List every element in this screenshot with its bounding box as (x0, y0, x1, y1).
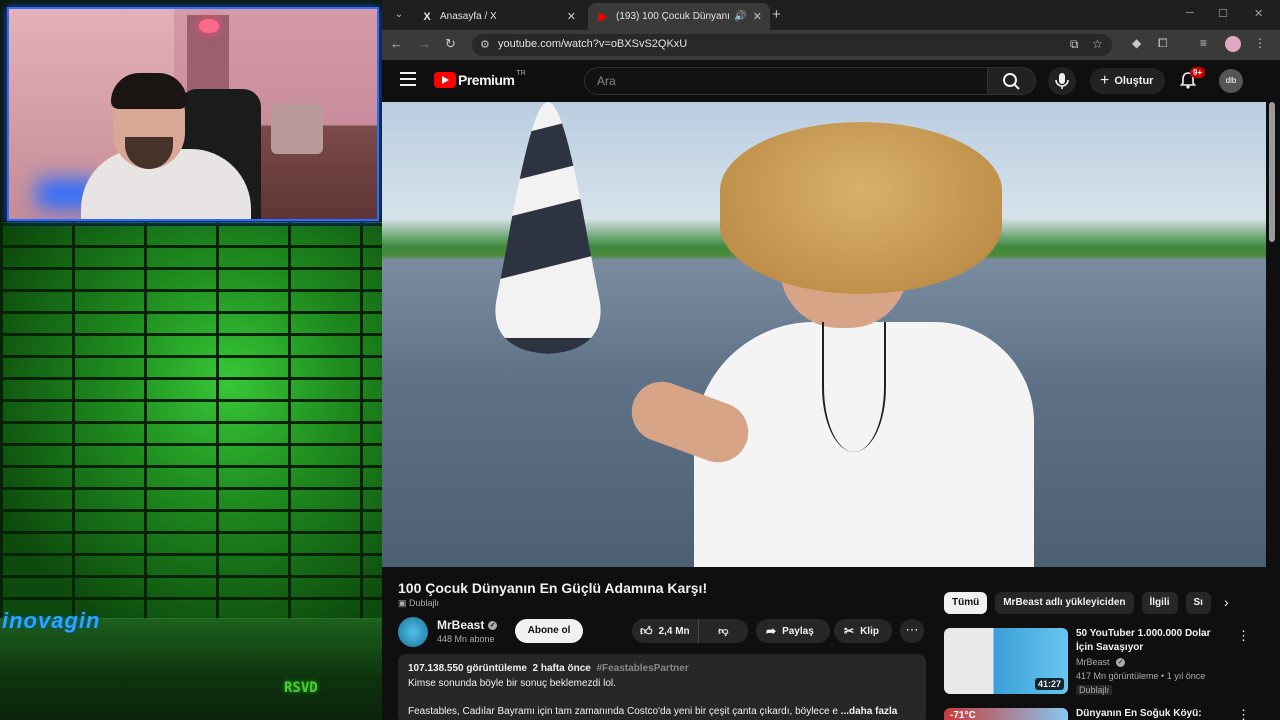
plus-icon: + (1100, 72, 1110, 89)
user-avatar[interactable]: dlb (1219, 69, 1243, 93)
recommendation-thumbnail[interactable]: -71°C (944, 708, 1068, 720)
youtube-premium-logo[interactable]: Premium TR (434, 70, 526, 88)
thumbnail-text: -71°C (950, 710, 976, 720)
back-arrow-icon[interactable]: ← (390, 36, 403, 51)
share-arrow-icon: ➦ (766, 624, 777, 638)
dub-icon: ▣ (398, 598, 410, 608)
channel-subscribers: 448 Mn abone (437, 634, 495, 644)
recommendation-channel[interactable]: MrBeast ✓ (1076, 657, 1126, 668)
description-box[interactable]: 107.138.550 görüntüleme 2 hafta önce #Fe… (398, 654, 926, 720)
chip-from-uploader[interactable]: MrBeast adlı yükleyiciden (995, 592, 1134, 614)
brand-logo: inovagin (2, 608, 101, 633)
tab-x-home[interactable]: X Anasayfa / X ✕ (412, 3, 584, 30)
dubbed-badge: Dublajlı (1076, 685, 1113, 695)
recommendation-title[interactable]: 50 YouTuber 1.000.000 Dolar İçin Savaşıy… (1076, 627, 1226, 655)
dislike-button[interactable]: 👎︎ (699, 619, 748, 643)
browser-toolbar: ← → ↻ ⚙ youtube.com/watch?v=oBXSvS2QKxU … (382, 30, 1280, 60)
install-app-icon[interactable]: ⧉ (1070, 37, 1079, 52)
clip-button[interactable]: ✂ Klip (834, 619, 892, 643)
chip-all[interactable]: Tümü (944, 592, 988, 614)
description-stats: 107.138.550 görüntüleme 2 hafta önce #Fe… (408, 663, 689, 674)
dubbed-label: ▣ Dublajlı (398, 598, 440, 608)
share-button[interactable]: ➦ Paylaş (756, 619, 830, 643)
search-placeholder: Ara (597, 74, 616, 88)
youtube-masthead: Premium TR Ara + Oluştur 9+ dlb (382, 60, 1280, 102)
striped-buoy (495, 102, 601, 354)
url-text[interactable]: youtube.com/watch?v=oBXSvS2QKxU (498, 38, 687, 50)
tab-bar: ⌄ X Anasayfa / X ✕ ▶ (193) 100 Çocuk Dün… (382, 0, 1280, 30)
microphone-icon (1055, 73, 1069, 89)
site-info-icon[interactable]: ⚙ (480, 38, 490, 51)
filter-chips: Tümü MrBeast adlı yükleyiciden İlgili Sı (944, 592, 1219, 614)
tab-youtube-video[interactable]: ▶ (193) 100 Çocuk Dünyanın E 🔊 ✕ (588, 3, 770, 30)
close-icon[interactable]: ✕ (567, 10, 576, 23)
verified-check-icon: ✓ (1116, 658, 1126, 668)
create-button[interactable]: + Oluştur (1090, 68, 1166, 94)
video-title: 100 Çocuk Dünyanın En Güçlü Adamına Karş… (398, 580, 708, 596)
chip-more[interactable]: Sı (1185, 592, 1211, 614)
green-floor (0, 622, 382, 720)
tab-title: Anasayfa / X (440, 11, 497, 22)
video-duration: 41:27 (1034, 678, 1064, 690)
chevron-right-icon[interactable]: › (1224, 594, 1229, 610)
address-bar[interactable]: ⚙ youtube.com/watch?v=oBXSvS2QKxU ⧉ ☆ (472, 34, 1112, 56)
green-brick-wall (0, 222, 382, 622)
minimize-icon[interactable]: ─ (1186, 7, 1194, 19)
armchair (271, 104, 323, 154)
search-icon (1003, 73, 1020, 90)
recommendation-meta: 417 Mn görüntüleme • 1 yıl önce (1076, 671, 1206, 681)
tab-search-chevron-icon[interactable]: ⌄ (390, 6, 408, 24)
hamburger-menu-icon[interactable] (400, 72, 416, 86)
corner-badge: RSVD (284, 680, 318, 696)
webcam-feed (7, 7, 379, 221)
new-tab-plus-icon[interactable]: + (772, 6, 781, 23)
channel-avatar[interactable] (398, 617, 428, 647)
window-close-icon[interactable]: ✕ (1254, 7, 1263, 20)
recommendation-menu-icon[interactable]: ⋮ (1237, 628, 1250, 644)
reload-icon[interactable]: ↻ (445, 36, 456, 52)
bookmark-star-icon[interactable]: ☆ (1092, 37, 1103, 51)
media-control-icon[interactable]: ≡ (1200, 36, 1207, 50)
subscribe-button[interactable]: Abone ol (515, 619, 583, 643)
scissors-icon: ✂ (844, 624, 855, 638)
x-logo-icon: X (423, 10, 431, 23)
extensions-puzzle-icon[interactable]: ⧠ (1158, 36, 1168, 51)
recommendation-title[interactable]: Dünyanın En Soğuk Köyü: (1076, 707, 1226, 720)
page-scrollbar[interactable] (1269, 102, 1275, 242)
straw-hat (720, 122, 1002, 294)
browser-profile-avatar[interactable] (1225, 36, 1241, 52)
lamp (199, 19, 219, 33)
speaker-icon[interactable]: 🔊 (734, 11, 746, 22)
stream-overlay: inovagin RSVD (0, 0, 382, 720)
forward-arrow-icon[interactable]: → (418, 36, 431, 51)
video-player[interactable] (382, 102, 1266, 567)
youtube-play-icon (434, 72, 456, 88)
youtube-icon: ▶ (598, 10, 608, 23)
extension-diamond-icon[interactable]: ◆ (1132, 36, 1141, 50)
close-icon[interactable]: ✕ (753, 10, 762, 23)
verified-check-icon: ✓ (488, 621, 498, 631)
maximize-icon[interactable]: ☐ (1218, 7, 1228, 20)
thumbs-up-icon: 👍︎ (640, 623, 653, 638)
like-dislike-group: 👍︎ 2,4 Mn 👎︎ (632, 619, 748, 643)
channel-name[interactable]: MrBeast ✓ (437, 618, 498, 632)
chip-related[interactable]: İlgili (1141, 592, 1178, 614)
thumbs-down-icon: 👎︎ (718, 626, 729, 637)
tab-title: (193) 100 Çocuk Dünyanın E (616, 11, 730, 22)
recommendation-thumbnail[interactable]: 41:27 (944, 628, 1068, 694)
show-more-link[interactable]: ...daha fazla (841, 706, 898, 717)
search-button[interactable] (988, 67, 1036, 95)
browser-window: ⌄ X Anasayfa / X ✕ ▶ (193) 100 Çocuk Dün… (382, 0, 1280, 720)
notifications-badge: 9+ (1190, 67, 1206, 78)
like-count: 2,4 Mn (658, 625, 690, 637)
browser-menu-icon[interactable]: ⋮ (1254, 36, 1266, 50)
voice-search-button[interactable] (1048, 67, 1076, 95)
hashtag-link[interactable]: #FeastablesPartner (596, 663, 688, 674)
more-actions-button[interactable]: ⋯ (900, 619, 924, 643)
like-button[interactable]: 👍︎ 2,4 Mn (632, 619, 699, 643)
description-line: Kimse sonunda böyle bir sonuç beklemezdi… (408, 678, 616, 689)
search-input[interactable]: Ara (584, 67, 988, 95)
recommendation-menu-icon[interactable]: ⋮ (1237, 707, 1250, 720)
description-line: Feastables, Cadılar Bayramı için tam zam… (408, 706, 898, 717)
